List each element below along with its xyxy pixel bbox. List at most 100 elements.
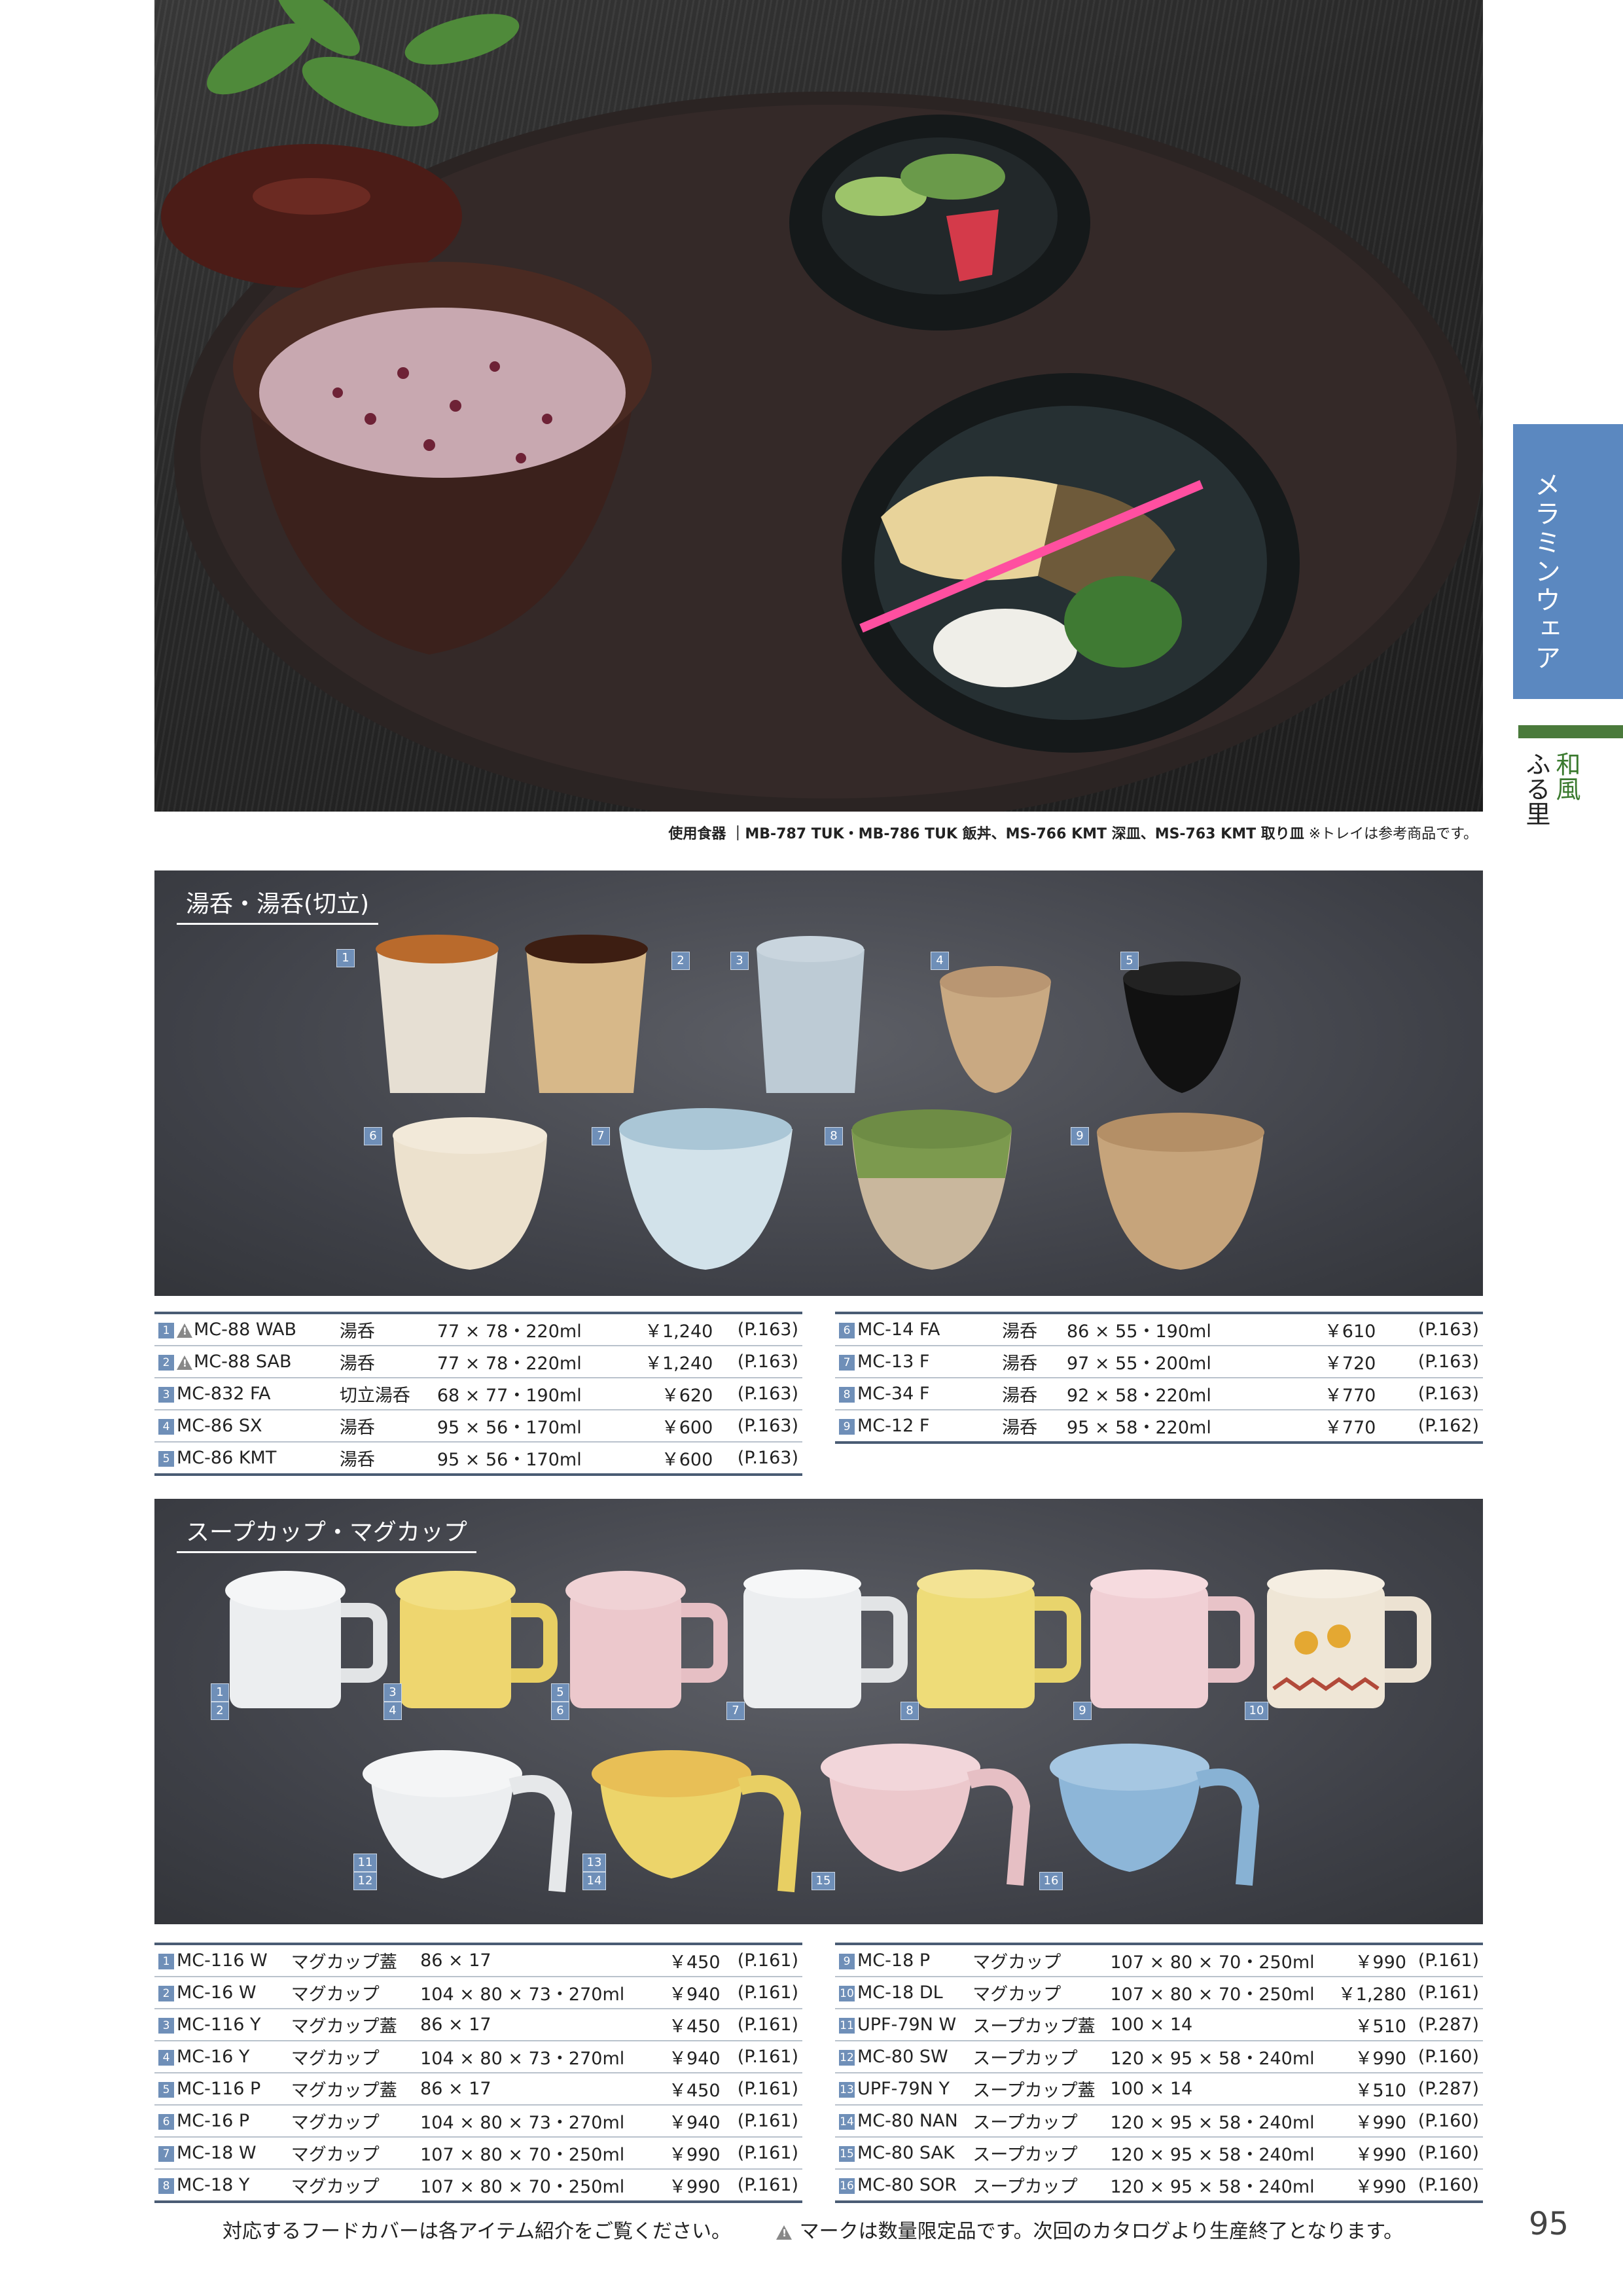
spec-code-cell: 3 MC-116 Y [154,2009,287,2041]
item-number: 6 [364,1127,382,1145]
product-name: 湯呑 [335,1442,433,1476]
mug-spec-table-right: 9 MC-18 P マグカップ 107 × 80 × 70・250ml ￥990 (P.1… [835,1943,1483,2203]
spec-code-cell: 2 MC-88 SAB [154,1346,336,1378]
product-price: ￥1,240 [622,1312,717,1346]
spec-row: 7 MC-18 W マグカップ 107 × 80 × 70・250ml ￥990 (P.1… [154,2137,802,2170]
spec-code-cell: 7 MC-13 F [835,1346,999,1378]
spec-row: 9 MC-12 F 湯呑 95 × 58・220ml ￥770 (P.162) [835,1410,1483,1444]
item-number-badge: 1 [158,1322,174,1338]
product-page: (P.287) [1410,2073,1483,2106]
item-number: 2 [671,952,690,970]
product-price: ￥770 [1291,1410,1380,1444]
spec-code-cell: 8 MC-34 F [835,1378,999,1410]
spec-row: 2 MC-16 W マグカップ 104 × 80 × 73・270ml ￥940 (P.1… [154,1977,802,2009]
product-page: (P.163) [717,1410,802,1443]
product-code: UPF-79N W [857,2015,957,2035]
product-page: (P.161) [1410,1977,1483,2009]
product-code: MC-13 F [857,1352,930,1372]
product-name: スープカップ [969,2169,1107,2203]
product-code: MC-18 DL [857,1982,943,2003]
product-page: (P.163) [1380,1312,1483,1346]
product-name: マグカップ蓋 [287,2073,417,2106]
item-number-badge: 15 [839,2145,855,2162]
item-number-badge: 7 [158,2145,174,2162]
spec-code-cell: 5 MC-116 P [154,2073,287,2106]
page-number: 95 [1529,2206,1569,2242]
item-number: 16 [1039,1872,1063,1890]
product-size: 120 × 95 × 58・240ml [1106,2169,1330,2203]
product-page: (P.161) [1410,1943,1483,1977]
product-code: MC-86 KMT [177,1448,277,1468]
hero-illustration [161,0,1483,812]
product-price: ￥940 [656,1977,724,2009]
product-price: ￥720 [1291,1346,1380,1378]
item-number-badge: 8 [158,2178,174,2194]
product-size: 120 × 95 × 58・240ml [1106,2105,1330,2138]
product-page: (P.161) [724,1943,802,1977]
item-number: 1 [336,949,355,967]
item-number-badge: 9 [839,1418,855,1435]
product-page: (P.161) [724,1977,802,2009]
spec-row: 8 MC-34 F 湯呑 92 × 58・220ml ￥770 (P.163) [835,1378,1483,1410]
item-number-badge: 11 [839,2017,855,2034]
product-page: (P.160) [1410,2041,1483,2073]
item-number: 1 [211,1683,229,1702]
item-number-badge: 3 [158,1386,174,1403]
product-price: ￥450 [656,1943,724,1977]
product-code: MC-116 Y [177,2015,261,2035]
product-page: (P.161) [724,2009,802,2041]
product-size: 107 × 80 × 70・250ml [1106,1977,1330,2009]
spec-row: 8 MC-18 Y マグカップ 107 × 80 × 70・250ml ￥990 (P.1… [154,2169,802,2203]
product-name: 湯呑 [335,1312,433,1346]
spec-code-cell: 13 UPF-79N Y [835,2073,969,2106]
product-size: 68 × 77・190ml [433,1378,622,1410]
product-name: マグカップ [287,2137,417,2170]
product-name: スープカップ蓋 [969,2009,1107,2041]
mug-spec-table-left: 1 MC-116 W マグカップ蓋 86 × 17 ￥450 (P.161) 2 MC-16 … [154,1943,802,2203]
product-name: マグカップ蓋 [287,2009,417,2041]
item-number-badge: 14 [839,2113,855,2130]
product-code: MC-80 NAN [857,2111,958,2131]
product-page: (P.287) [1410,2009,1483,2041]
product-size: 97 × 55・200ml [1062,1346,1291,1378]
subcategory-label-2: ふる里 [1522,751,1550,826]
product-name: スープカップ蓋 [969,2073,1107,2106]
product-page: (P.163) [717,1378,802,1410]
product-code: MC-86 SX [177,1416,262,1436]
spec-row: 6 MC-14 FA 湯呑 86 × 55・190ml ￥610 (P.163) [835,1312,1483,1346]
item-number-badge: 5 [158,1450,174,1467]
product-price: ￥990 [1330,2105,1410,2138]
product-code: MC-80 SAK [857,2143,955,2163]
product-page: (P.163) [1380,1378,1483,1410]
product-price: ￥610 [1291,1312,1380,1346]
spec-code-cell: 5 MC-86 KMT [154,1442,336,1476]
product-price: ￥510 [1330,2073,1410,2106]
product-page: (P.163) [717,1346,802,1378]
spec-row: 16 MC-80 SOR スープカップ 120 × 95 × 58・240ml ￥990… [835,2169,1483,2203]
spec-code-cell: 16 MC-80 SOR [835,2169,969,2203]
product-page: (P.163) [717,1442,802,1476]
product-price: ￥620 [622,1378,717,1410]
spec-row: 10 MC-18 DL マグカップ 107 × 80 × 70・250ml ￥1,280… [835,1977,1483,2009]
spec-row: 11 UPF-79N W スープカップ蓋 100 × 14 ￥510 (P.287) [835,2009,1483,2041]
product-price: ￥600 [622,1442,717,1476]
product-name: 湯呑 [998,1312,1063,1346]
product-name: スープカップ [969,2041,1107,2073]
product-page: (P.163) [1380,1346,1483,1378]
mug-photo-panel: スープカップ・マグカップ 1 2 3 4 5 6 7 8 9 10 11 12 … [154,1499,1483,1924]
item-number-badge: 3 [158,2017,174,2034]
product-name: スープカップ [969,2105,1107,2138]
product-size: 100 × 14 [1106,2009,1330,2041]
warning-icon [177,1355,192,1370]
item-number: 8 [825,1127,843,1145]
product-code: MC-80 SOR [857,2175,957,2195]
product-page: (P.160) [1410,2105,1483,2138]
item-number: 4 [931,952,949,970]
product-price: ￥990 [1330,2169,1410,2203]
spec-row: 9 MC-18 P マグカップ 107 × 80 × 70・250ml ￥990 (P.1… [835,1943,1483,1977]
item-number: 5 [551,1683,569,1702]
item-number: 9 [1071,1127,1089,1145]
product-size: 92 × 58・220ml [1062,1378,1291,1410]
item-number-badge: 16 [839,2178,855,2194]
product-size: 120 × 95 × 58・240ml [1106,2137,1330,2170]
